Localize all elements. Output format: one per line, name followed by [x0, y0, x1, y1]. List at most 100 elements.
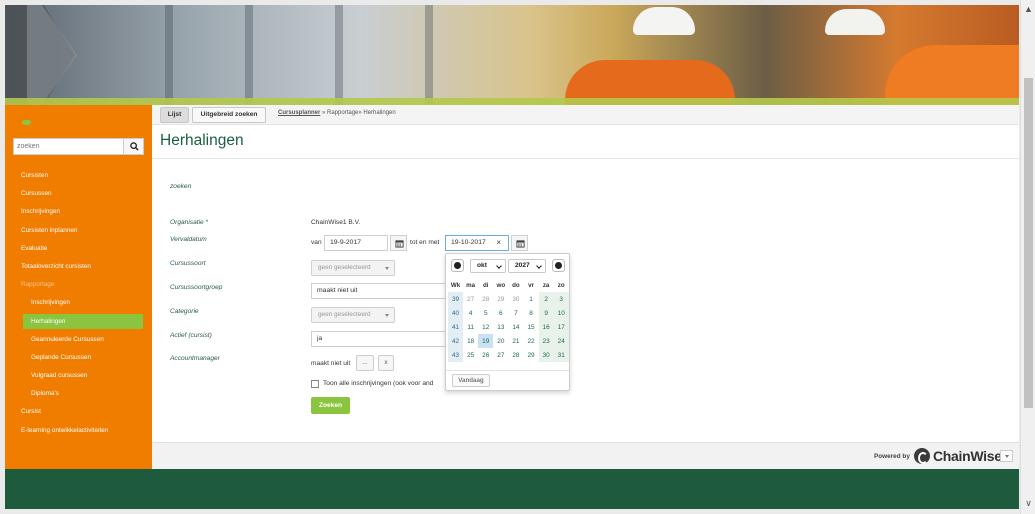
scroll-up-icon[interactable]: ▲: [1021, 2, 1035, 16]
sidebar-subitem-diplomas[interactable]: Diploma's: [5, 385, 152, 403]
tot-date-input[interactable]: 19-10-2017 ×: [445, 235, 509, 251]
datepicker-prev-button[interactable]: [451, 259, 464, 272]
datepicker-day[interactable]: 1: [523, 292, 538, 306]
banner-column: [165, 5, 173, 105]
vervaldatum-label: Vervaldatum: [170, 236, 207, 243]
categorie-value: geen geselecteerd: [318, 311, 371, 318]
datepicker-day[interactable]: 5: [478, 306, 493, 320]
accountmanager-clear-button[interactable]: x: [378, 355, 394, 371]
sidebar-item-cursisten-inplannen[interactable]: Cursisten inplannen: [5, 222, 152, 240]
sidebar-item-evaluatie[interactable]: Evaluatie: [5, 240, 152, 258]
calendar-icon: [395, 240, 404, 248]
datepicker-day[interactable]: 19: [478, 334, 494, 349]
datepicker-day[interactable]: 25: [463, 348, 478, 362]
sidebar-subitem-geplande[interactable]: Geplande Cursussen: [5, 349, 152, 367]
datepicker-day[interactable]: 30: [508, 292, 523, 306]
chainwise-logo-text: ChainWise: [933, 448, 1002, 464]
scroll-down-icon[interactable]: ∨: [1021, 496, 1035, 510]
search-button[interactable]: [123, 139, 143, 154]
datepicker-day[interactable]: 9: [538, 306, 554, 321]
toggle-icon[interactable]: [22, 120, 31, 125]
accountmanager-value: maakt niet uit: [311, 360, 351, 367]
sidebar-item-inschrijvingen[interactable]: Inschrijvingen: [5, 203, 152, 221]
tab-lijst[interactable]: Lijst: [160, 107, 189, 123]
datepicker-day[interactable]: 13: [493, 320, 508, 334]
vertical-scrollbar[interactable]: ▲ ∨: [1020, 0, 1035, 514]
sidebar-item-cursussen[interactable]: Cursussen: [5, 185, 152, 203]
cursussoort-label: Cursussoort: [170, 260, 206, 267]
datepicker-day[interactable]: 26: [478, 348, 493, 362]
datepicker-week-row: 39 27 28 29 30 1 2 3: [448, 292, 569, 307]
divider: [152, 158, 1019, 159]
datepicker-day[interactable]: 18: [463, 334, 478, 348]
datepicker-day[interactable]: 6: [493, 306, 508, 320]
van-date-input[interactable]: 19-9-2017: [324, 235, 388, 251]
datepicker-day[interactable]: 2: [538, 292, 554, 307]
datepicker-day[interactable]: 16: [538, 320, 554, 335]
datepicker-day[interactable]: 23: [538, 334, 554, 349]
datepicker-day[interactable]: 22: [523, 334, 538, 348]
van-calendar-button[interactable]: [390, 235, 407, 251]
datepicker-day[interactable]: 28: [478, 292, 493, 306]
datepicker-day[interactable]: 29: [523, 348, 538, 362]
header-banner-image: [5, 5, 1019, 105]
page-title: Herhalingen: [160, 132, 244, 149]
show-all-checkbox[interactable]: [311, 380, 319, 388]
search-input[interactable]: [14, 139, 124, 154]
chevron-right-icon: [555, 262, 562, 269]
datepicker-next-button[interactable]: [552, 259, 565, 272]
datepicker-today-button[interactable]: Vandaag: [452, 374, 490, 387]
datepicker-day[interactable]: 20: [493, 334, 508, 348]
datepicker-day[interactable]: 24: [553, 334, 569, 349]
sidebar-item-cursist[interactable]: Cursist: [5, 403, 152, 421]
datepicker-month-select[interactable]: okt: [470, 259, 506, 273]
sidebar-subitem-inschrijvingen[interactable]: Inschrijvingen: [5, 294, 152, 312]
datepicker-day[interactable]: 27: [463, 292, 478, 306]
sidebar-item-cursisten[interactable]: Cursisten: [5, 167, 152, 185]
sidebar-subitem-geannuleerde[interactable]: Geannuleerde Cursussen: [5, 331, 152, 349]
cursussoort-value: geen geselecteerd: [318, 264, 371, 271]
datepicker-day[interactable]: 14: [508, 320, 523, 334]
datepicker-day[interactable]: 15: [523, 320, 538, 334]
datepicker-year-select[interactable]: 2027: [508, 259, 546, 273]
datepicker-week-number: 41: [448, 320, 464, 335]
van-label: van: [311, 239, 322, 246]
datepicker-day[interactable]: 12: [478, 320, 493, 334]
sidebar-item-rapportage[interactable]: Rapportage: [5, 276, 152, 294]
tab-uitgebreid-zoeken[interactable]: Uitgebreid zoeken: [192, 107, 266, 123]
actief-field[interactable]: ja: [311, 331, 446, 347]
clear-date-icon[interactable]: ×: [496, 236, 501, 250]
datepicker-day[interactable]: 10: [553, 306, 569, 321]
cursussoort-select[interactable]: geen geselecteerd: [311, 260, 395, 276]
sidebar-item-elearning[interactable]: E-learning ontwikkelactiviteiten: [5, 422, 152, 440]
actief-label: Actief (cursist): [170, 332, 212, 339]
chevron-down-icon: [496, 263, 502, 269]
datepicker-day[interactable]: 11: [463, 320, 478, 334]
tot-calendar-button[interactable]: [511, 235, 528, 251]
cursussoortgroep-field[interactable]: maakt niet uit: [311, 283, 446, 299]
sidebar: Cursisten Cursussen Inschrijvingen Cursi…: [5, 105, 152, 469]
datepicker-day[interactable]: 28: [508, 348, 523, 362]
datepicker-day[interactable]: 29: [493, 292, 508, 306]
datepicker-day[interactable]: 27: [493, 348, 508, 362]
breadcrumb-link-cursusplanner[interactable]: Cursusplanner: [278, 110, 320, 116]
datepicker-day[interactable]: 7: [508, 306, 523, 320]
datepicker-day[interactable]: 8: [523, 306, 538, 320]
datepicker-day[interactable]: 3: [553, 292, 569, 307]
sidebar-subitem-vulgraad[interactable]: Vulgraad cursussen: [5, 367, 152, 385]
chevron-down-icon: [385, 314, 389, 317]
datepicker-day[interactable]: 30: [538, 348, 554, 363]
accountmanager-select-button[interactable]: ...: [356, 355, 374, 371]
categorie-select[interactable]: geen geselecteerd: [311, 307, 395, 323]
datepicker-day[interactable]: 31: [553, 348, 569, 363]
bottom-band: [5, 469, 1019, 509]
organisatie-label: Organisatie *: [170, 219, 209, 226]
footer-dropdown-button[interactable]: [1000, 450, 1013, 462]
datepicker-day[interactable]: 17: [553, 320, 569, 335]
scrollbar-thumb[interactable]: [1024, 78, 1033, 408]
sidebar-item-totaaloverzicht[interactable]: Totaaloverzicht cursisten: [5, 258, 152, 276]
datepicker-day[interactable]: 21: [508, 334, 523, 348]
sidebar-subitem-herhalingen[interactable]: Herhalingen: [23, 314, 143, 329]
datepicker-day[interactable]: 4: [463, 306, 478, 320]
zoeken-button[interactable]: Zoeken: [311, 397, 350, 414]
